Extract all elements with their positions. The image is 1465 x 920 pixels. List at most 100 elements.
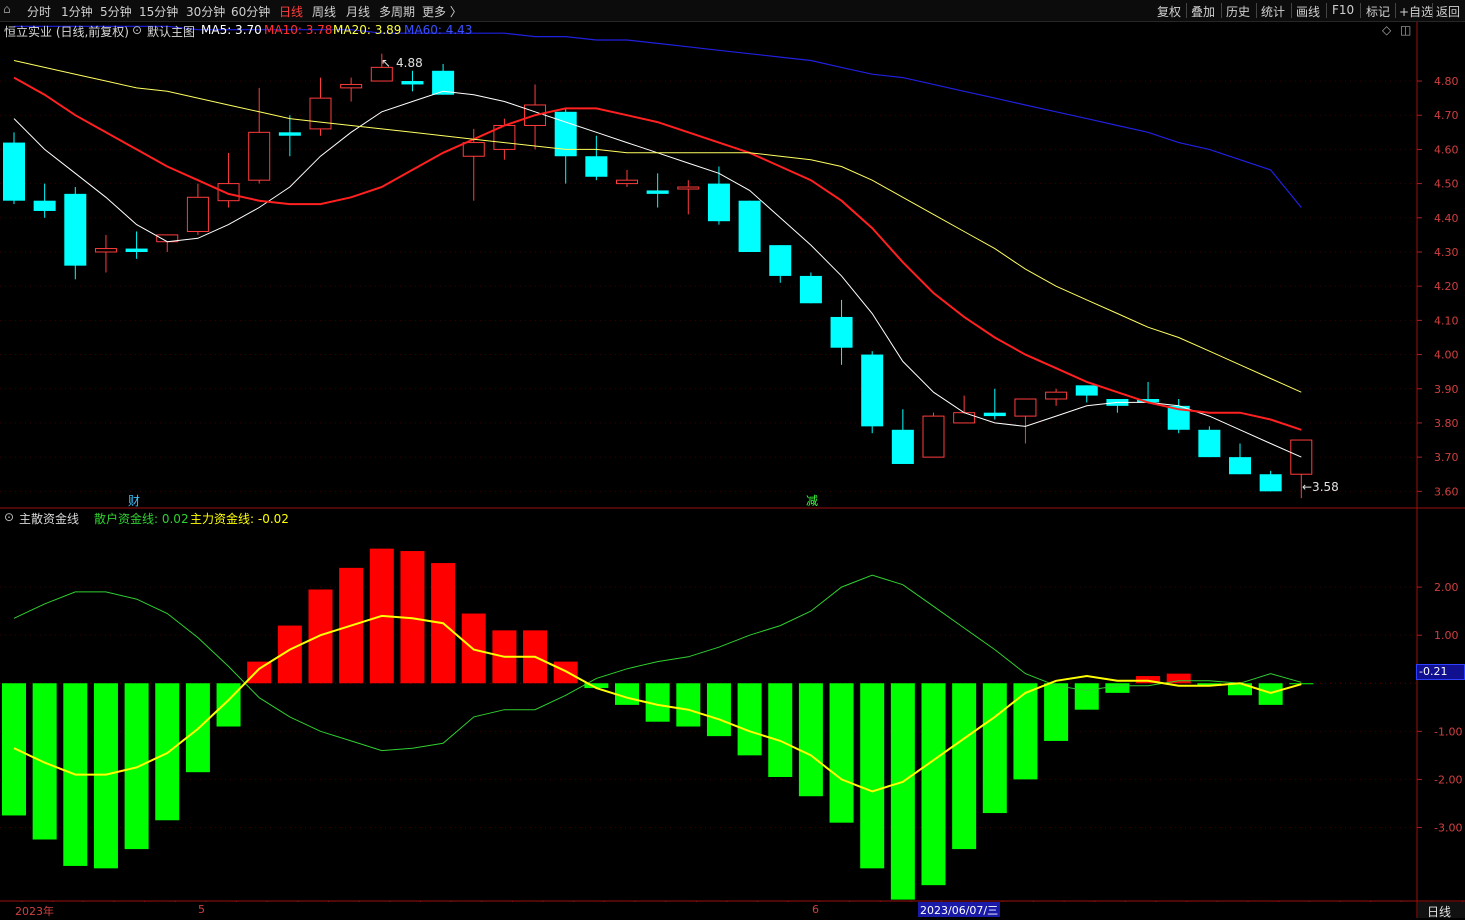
diamond-icon[interactable]: ◇ xyxy=(1382,23,1391,39)
indicator-tick-label: -3.00 xyxy=(1434,821,1462,834)
add-watchlist-button[interactable]: +自选 xyxy=(1399,3,1433,20)
candle-body-down xyxy=(125,248,148,252)
candle-body-down xyxy=(983,412,1006,417)
high-price-arrow: ↖ xyxy=(381,56,392,70)
back-button[interactable]: 返回 xyxy=(1436,3,1460,20)
fund-bar xyxy=(982,683,1007,814)
indicator-tick-label: -2.00 xyxy=(1434,773,1462,786)
period-more[interactable]: 更多 〉 xyxy=(422,3,462,20)
fund-bar xyxy=(1258,683,1283,705)
date-axis: 2023年 5 6 2023/06/07/三 xyxy=(0,902,1416,918)
candle-body-up xyxy=(1014,398,1037,417)
candle-body-up xyxy=(922,415,945,458)
candle-body-up xyxy=(309,97,332,130)
ma10-label: MA10: 3.78 xyxy=(264,23,333,37)
draw-button[interactable]: 画线 xyxy=(1296,3,1320,20)
fund-bar xyxy=(155,683,180,821)
reduce-holding-tag[interactable]: 减 xyxy=(806,492,818,509)
candle-body-down xyxy=(769,245,792,276)
period-30min[interactable]: 30分钟 xyxy=(186,3,225,20)
f10-button[interactable]: F10 xyxy=(1332,3,1354,17)
period-multi[interactable]: 多周期 xyxy=(379,3,415,20)
candle-body-down xyxy=(707,183,730,222)
fund-bar xyxy=(93,683,118,869)
fund-bar xyxy=(921,683,946,886)
candle-body-down xyxy=(585,156,608,177)
toolbar-divider xyxy=(1186,3,1187,18)
toolbar-divider xyxy=(1326,3,1327,18)
menu-icon[interactable]: ⌂ xyxy=(3,2,11,16)
fund-bar xyxy=(308,589,333,684)
kline-chart-svg[interactable]: 4.80 4.70 4.60 4.50 4.40 4.30 4.20 4.10 4.00 3.90… xyxy=(0,0,1465,918)
period-toolbar: ⌂ 分时 1分钟 5分钟 15分钟 30分钟 60分钟 日线 周线 月线 多周期… xyxy=(0,0,1465,22)
indicator-dropdown-icon[interactable]: ⊙ xyxy=(4,510,14,526)
indicator-tick-label: -1.00 xyxy=(1434,725,1462,738)
template-dropdown-icon[interactable]: ⊙ xyxy=(132,23,142,39)
date-label-may: 5 xyxy=(198,903,205,916)
price-tick-label: 4.70 xyxy=(1434,109,1459,122)
price-tick-label: 3.80 xyxy=(1434,417,1459,430)
price-tick-label: 4.00 xyxy=(1434,349,1459,362)
indicator-tick-label: 2.00 xyxy=(1434,581,1459,594)
fund-bar xyxy=(890,683,915,900)
fund-bar xyxy=(2,683,26,816)
panel-icon[interactable]: ◫ xyxy=(1400,23,1411,39)
cursor-date-label: 2023/06/07/三 xyxy=(918,902,1001,917)
price-tick-label: 4.30 xyxy=(1434,246,1459,259)
fund-bar xyxy=(1044,683,1069,741)
candle-body-down xyxy=(1198,429,1221,458)
history-button[interactable]: 历史 xyxy=(1226,3,1250,20)
toolbar-divider xyxy=(1360,3,1361,18)
price-tick-label: 4.20 xyxy=(1434,280,1459,293)
candle-body-down xyxy=(33,200,56,211)
fuquan-button[interactable]: 复权 xyxy=(1157,3,1181,20)
period-monthly[interactable]: 月线 xyxy=(346,3,370,20)
price-tick-label: 3.70 xyxy=(1434,451,1459,464)
candle-body-up xyxy=(217,183,240,202)
indicator-name[interactable]: 主散资金线 xyxy=(19,510,79,526)
statistics-button[interactable]: 统计 xyxy=(1261,3,1285,20)
period-switch-label: 日线 xyxy=(1427,905,1452,919)
period-weekly[interactable]: 周线 xyxy=(312,3,336,20)
period-15min[interactable]: 15分钟 xyxy=(139,3,178,20)
price-tick-label: 4.50 xyxy=(1434,178,1459,191)
toolbar-divider xyxy=(1221,3,1222,18)
period-switch-button[interactable]: 日线 xyxy=(1418,902,1465,919)
current-value-marker: -0.21 xyxy=(1416,664,1465,680)
candle-body-down xyxy=(1259,474,1282,492)
retail-line-label: 散户资金线: 0.02 xyxy=(94,512,189,526)
period-5min[interactable]: 5分钟 xyxy=(100,3,132,20)
price-tick-label: 4.60 xyxy=(1434,143,1459,156)
high-price-label: 4.88 xyxy=(396,56,423,70)
overlay-button[interactable]: 叠加 xyxy=(1191,3,1215,20)
fund-bar xyxy=(860,683,885,869)
candle-body-down xyxy=(278,132,301,136)
fund-bar xyxy=(32,683,57,840)
template-name[interactable]: 默认主图 xyxy=(147,23,195,39)
period-timeshare[interactable]: 分时 xyxy=(27,3,51,20)
finance-event-tag[interactable]: 财 xyxy=(128,492,140,509)
stock-title: 恒立实业 (日线,前复权) xyxy=(4,25,129,39)
period-1min[interactable]: 1分钟 xyxy=(61,3,93,20)
indicator-tick-label: 1.00 xyxy=(1434,629,1459,642)
period-daily[interactable]: 日线 xyxy=(279,3,303,20)
candle-body-down xyxy=(1229,457,1251,475)
fund-bar xyxy=(706,683,731,737)
current-value-text: -0.21 xyxy=(1419,665,1448,678)
price-tick-label: 3.60 xyxy=(1434,485,1459,498)
ma-line-ma10 xyxy=(13,76,1302,431)
candle-body-down xyxy=(799,275,822,304)
chart-area[interactable]: 4.80 4.70 4.60 4.50 4.40 4.30 4.20 4.10 4.00 3.90… xyxy=(0,0,1465,918)
period-60min[interactable]: 60分钟 xyxy=(231,3,270,20)
price-tick-label: 3.90 xyxy=(1434,383,1459,396)
fund-bar xyxy=(216,683,241,727)
mark-button[interactable]: 标记 xyxy=(1366,3,1390,20)
candle-body-down xyxy=(891,429,914,464)
candle-body-down xyxy=(64,193,87,266)
candle-body-down xyxy=(861,354,884,427)
fund-bar xyxy=(124,683,149,850)
fund-bar xyxy=(1013,683,1038,780)
toolbar-divider xyxy=(1395,3,1396,18)
price-tick-label: 4.80 xyxy=(1434,75,1459,88)
low-price-label: ←3.58 xyxy=(1302,480,1339,494)
